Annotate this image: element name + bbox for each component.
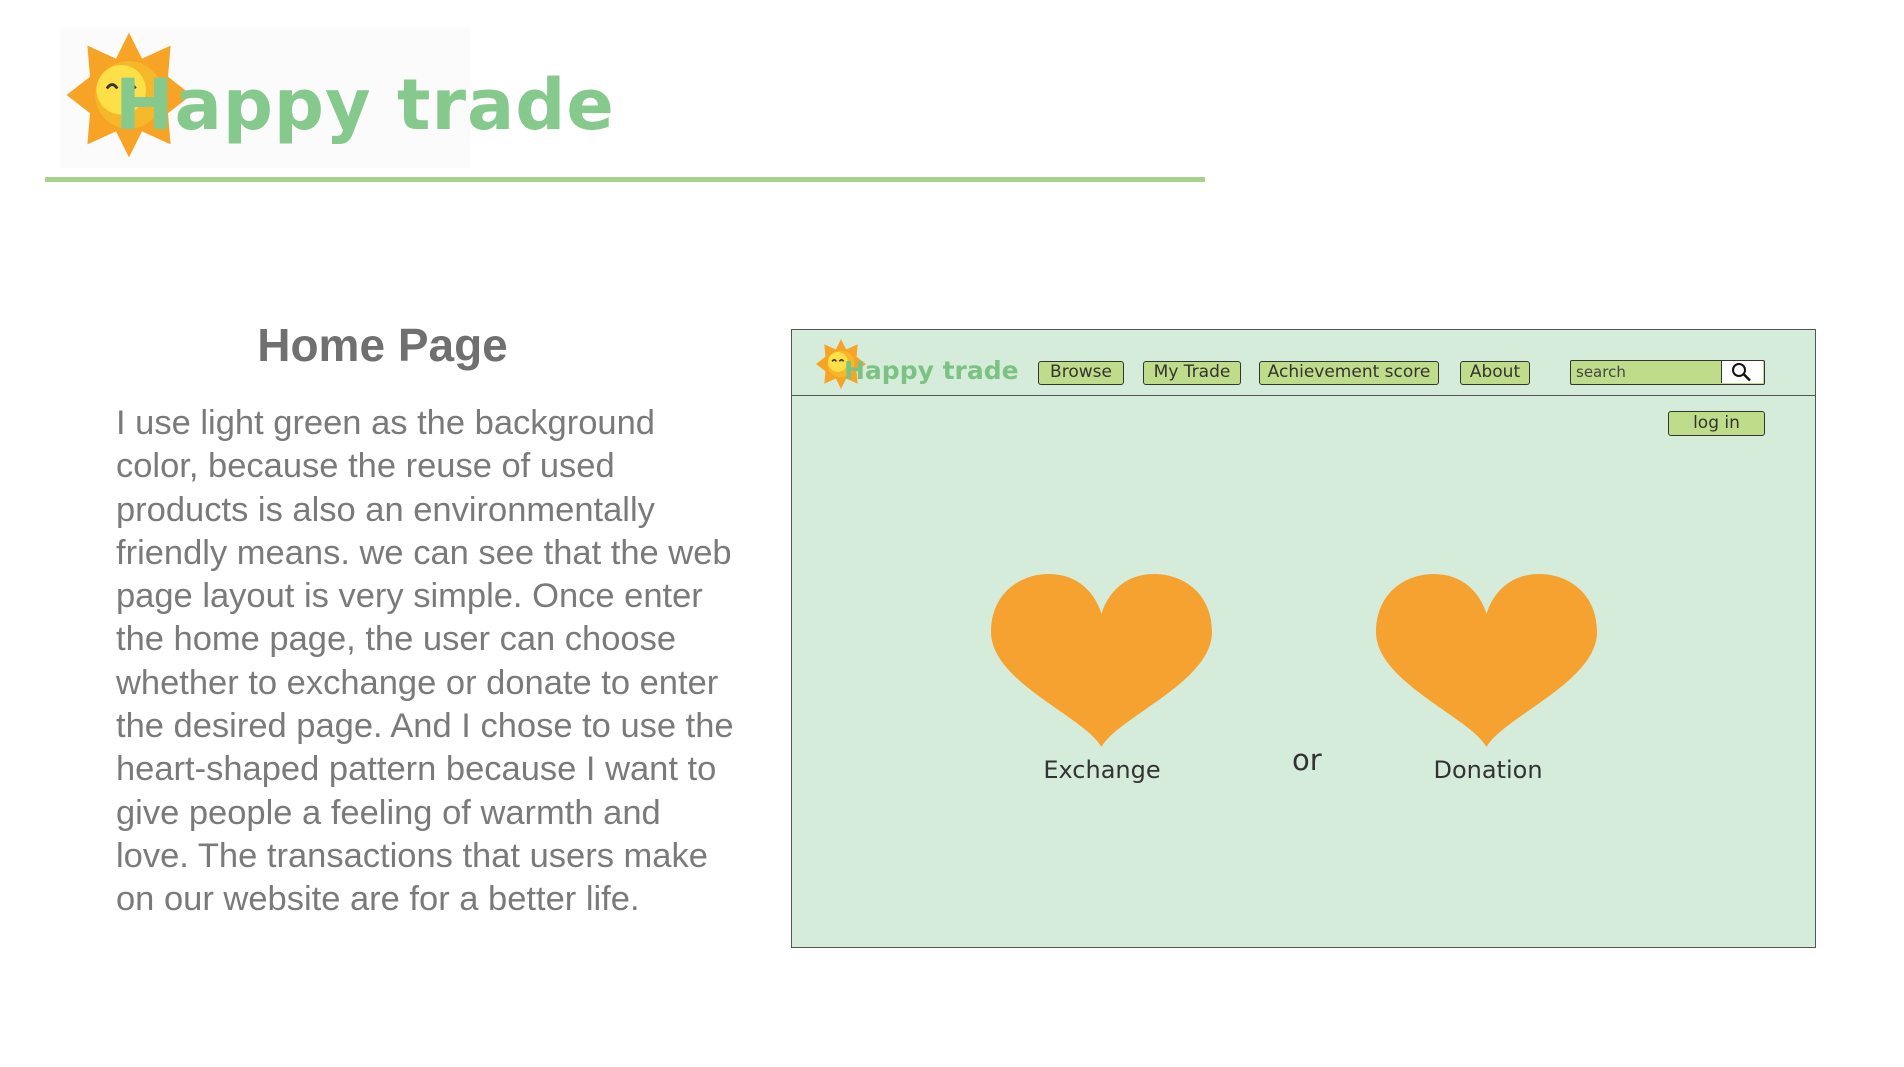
happy-trade-logo: Happy trade bbox=[60, 28, 614, 168]
exchange-label[interactable]: Exchange bbox=[1043, 756, 1160, 784]
header-divider bbox=[45, 177, 1205, 182]
nav-about-button[interactable]: About bbox=[1460, 361, 1530, 385]
mockup-navbar: Happy trade Browse My Trade Achievement … bbox=[792, 330, 1815, 396]
slide-description: I use light green as the background colo… bbox=[116, 404, 734, 919]
slide-title: Home Page bbox=[257, 319, 508, 371]
exchange-heart-icon[interactable] bbox=[989, 572, 1214, 752]
nav-browse-button[interactable]: Browse bbox=[1038, 361, 1124, 385]
logo-text: Happy trade bbox=[115, 64, 615, 146]
nav-my-trade-button[interactable]: My Trade bbox=[1143, 361, 1241, 385]
search-bar bbox=[1570, 360, 1765, 385]
nav-achievement-score-button[interactable]: Achievement score bbox=[1259, 361, 1439, 385]
mockup-logo-text: Happy trade bbox=[844, 356, 1019, 385]
search-icon[interactable] bbox=[1721, 361, 1763, 383]
donation-heart-icon[interactable] bbox=[1374, 572, 1599, 752]
login-button[interactable]: log in bbox=[1668, 411, 1765, 436]
search-input[interactable] bbox=[1571, 361, 1721, 383]
or-separator: or bbox=[1292, 743, 1322, 777]
homepage-mockup: Happy trade Browse My Trade Achievement … bbox=[791, 329, 1816, 948]
donation-label[interactable]: Donation bbox=[1433, 756, 1542, 784]
